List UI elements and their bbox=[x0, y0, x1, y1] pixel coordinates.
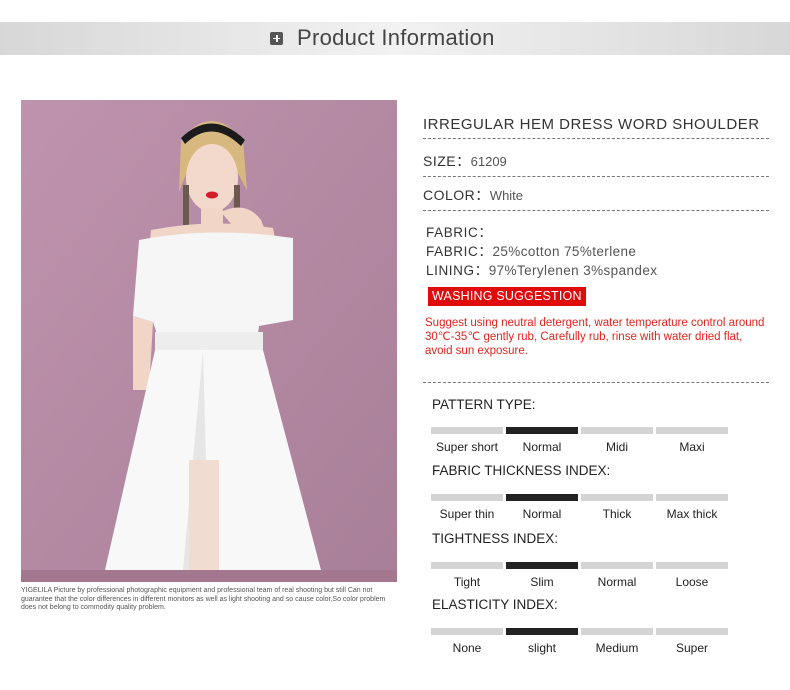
tightness-title: TIGHTNESS INDEX: bbox=[432, 531, 559, 546]
scale-bar-selected bbox=[506, 562, 578, 569]
scale-bar bbox=[431, 427, 503, 434]
scale-option-label: Super bbox=[675, 641, 709, 655]
lining-label: LINING： bbox=[426, 263, 489, 278]
scale-bar bbox=[656, 628, 728, 635]
lining-row: LINING：97%Terylenen 3%spandex bbox=[426, 259, 657, 279]
pattern-type-labels: Super short Normal Midi Maxi bbox=[431, 440, 728, 454]
scale-bar bbox=[656, 427, 728, 434]
plus-square-icon bbox=[270, 31, 283, 45]
lining-value: 97%Terylenen 3%spandex bbox=[488, 263, 658, 278]
fabric-heading: FABRIC： bbox=[426, 225, 493, 240]
scale-option-label: Super thin bbox=[439, 507, 495, 521]
scale-bar-selected bbox=[506, 628, 578, 635]
washing-suggestion-text: Suggest using neutral detergent, water t… bbox=[425, 317, 765, 357]
section-header-banner: Product Information bbox=[0, 22, 790, 55]
scale-option-label: Tight bbox=[453, 575, 481, 589]
scale-option-label: Midi bbox=[605, 440, 628, 454]
scale-option-label: Super short bbox=[435, 440, 499, 454]
size-label: SIZE： bbox=[423, 153, 471, 169]
scale-bar-selected bbox=[506, 494, 578, 501]
scale-option-label: None bbox=[452, 641, 482, 655]
fabric-label: FABRIC： bbox=[426, 244, 493, 259]
scale-bar bbox=[431, 628, 503, 635]
elasticity-title: ELASTICITY INDEX: bbox=[432, 597, 558, 612]
fabric-thickness-title: FABRIC THICKNESS INDEX: bbox=[432, 463, 611, 478]
scale-option-label: Maxi bbox=[679, 440, 705, 454]
scale-option-label: Normal bbox=[522, 440, 562, 454]
scale-option-label: Loose bbox=[675, 575, 709, 589]
photo-disclaimer: YIGELILA Picture by professional photogr… bbox=[21, 587, 386, 611]
scale-option-label: Max thick bbox=[666, 507, 718, 521]
pattern-type-title: PATTERN TYPE: bbox=[432, 397, 536, 412]
tightness-labels: Tight Slim Normal Loose bbox=[431, 575, 728, 589]
scale-option-label: Medium bbox=[595, 641, 639, 655]
color-value: White bbox=[489, 188, 524, 203]
fabric-value: 25%cotton 75%terlene bbox=[492, 244, 637, 259]
fabric-thickness-scale bbox=[431, 494, 728, 501]
fabric-row: FABRIC：25%cotton 75%terlene bbox=[426, 240, 636, 260]
section-title: Product Information bbox=[297, 25, 495, 50]
color-label: COLOR： bbox=[423, 187, 490, 203]
scale-bar bbox=[581, 427, 653, 434]
product-photo bbox=[21, 100, 397, 582]
scale-option-label: slight bbox=[527, 641, 556, 655]
pattern-type-scale bbox=[431, 427, 728, 434]
divider bbox=[423, 176, 769, 177]
scale-bar bbox=[656, 494, 728, 501]
scale-option-label: Normal bbox=[522, 507, 562, 521]
divider bbox=[423, 382, 769, 383]
product-title: IRREGULAR HEM DRESS WORD SHOULDER bbox=[423, 116, 760, 133]
scale-bar bbox=[581, 628, 653, 635]
scale-bar bbox=[656, 562, 728, 569]
size-value: 61209 bbox=[470, 154, 507, 169]
divider bbox=[423, 138, 769, 139]
scale-option-label: Slim bbox=[530, 575, 554, 589]
elasticity-labels: None slight Medium Super bbox=[431, 641, 728, 655]
scale-bar bbox=[581, 494, 653, 501]
washing-suggestion-badge: WASHING SUGGESTION bbox=[428, 287, 586, 306]
scale-bar bbox=[581, 562, 653, 569]
scale-option-label: Thick bbox=[602, 507, 632, 521]
divider bbox=[423, 210, 769, 211]
size-row: SIZE：61209 bbox=[423, 151, 507, 171]
color-row: COLOR：White bbox=[423, 185, 523, 205]
fabric-thickness-labels: Super thin Normal Thick Max thick bbox=[431, 507, 728, 521]
scale-bar bbox=[431, 562, 503, 569]
elasticity-scale bbox=[431, 628, 728, 635]
scale-option-label: Normal bbox=[597, 575, 637, 589]
scale-bar-selected bbox=[506, 427, 578, 434]
scale-bar bbox=[431, 494, 503, 501]
tightness-scale bbox=[431, 562, 728, 569]
